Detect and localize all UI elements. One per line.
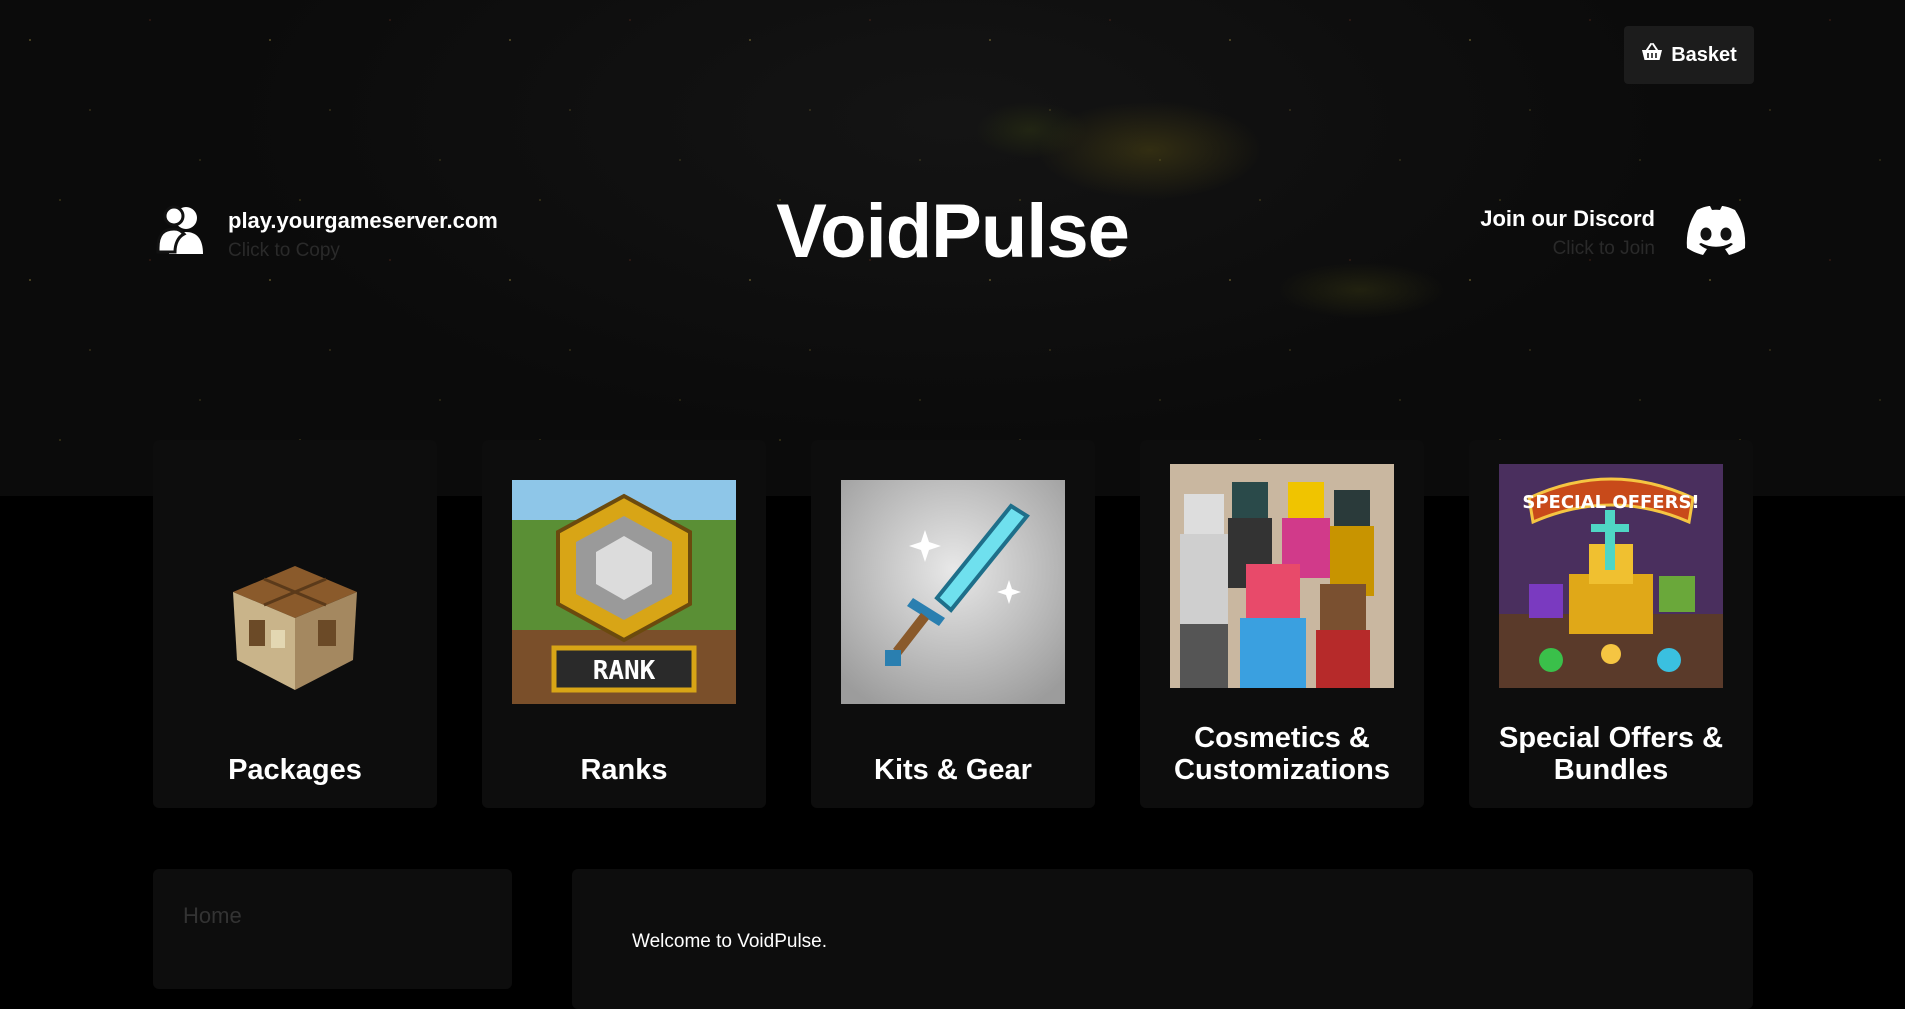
svg-text:SPECIAL OFFERS!: SPECIAL OFFERS! — [1522, 492, 1699, 513]
discord-label: Join our Discord — [1480, 206, 1655, 231]
category-card-special-offers[interactable]: SPECIAL OFFERS! Special Offers & Bundles — [1469, 440, 1753, 808]
category-title: Special Offers & Bundles — [1498, 722, 1724, 786]
discord-icon — [1683, 204, 1749, 261]
category-title: Ranks — [580, 754, 668, 786]
discord-hint: Click to Join — [1552, 238, 1655, 259]
cosmetic-skins-image — [1170, 464, 1394, 688]
category-card-cosmetics[interactable]: Cosmetics & Customizations — [1140, 440, 1424, 808]
rank-badge-image: RANK — [512, 480, 736, 704]
category-card-ranks[interactable]: RANK Ranks — [482, 440, 766, 808]
special-offers-image: SPECIAL OFFERS! — [1499, 464, 1723, 688]
category-grid: Packages RANK Ranks Kits & Gear Cosmetic… — [153, 440, 1753, 808]
category-title: Packages — [228, 754, 362, 786]
diamond-sword-image — [841, 480, 1065, 704]
welcome-text: Welcome to VoidPulse. — [632, 931, 828, 952]
discord-join[interactable]: Join our Discord Click to Join — [1480, 204, 1749, 261]
basket-label: Basket — [1671, 43, 1737, 66]
category-card-packages[interactable]: Packages — [153, 440, 437, 808]
basket-button[interactable]: Basket — [1624, 26, 1754, 84]
basket-icon — [1641, 42, 1663, 68]
sidebar-nav: Home — [153, 869, 512, 989]
svg-text:RANK: RANK — [593, 656, 656, 686]
main-content: Welcome to VoidPulse. — [572, 869, 1753, 1009]
category-title: Cosmetics & Customizations — [1174, 722, 1390, 786]
category-title: Kits & Gear — [874, 754, 1032, 786]
crafting-table-image — [183, 480, 407, 704]
sidebar-item-home[interactable]: Home — [183, 903, 242, 929]
category-card-kits[interactable]: Kits & Gear — [811, 440, 1095, 808]
